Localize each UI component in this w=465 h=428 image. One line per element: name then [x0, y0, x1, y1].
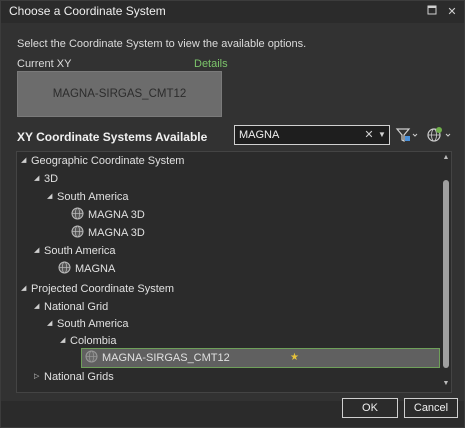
tree-item-label: MAGNA-SIRGAS_CMT12	[102, 352, 230, 364]
tree-item-label: Geographic Coordinate System	[31, 155, 185, 167]
tree-item-label: South America	[44, 245, 116, 257]
globe-icon	[71, 225, 84, 238]
expand-arrow-icon[interactable]: ◢	[47, 188, 57, 206]
expand-arrow-icon[interactable]: ◢	[34, 170, 44, 188]
expand-arrow-icon[interactable]: ◢	[21, 280, 31, 298]
tree-item-magna-3d[interactable]: MAGNA 3D	[71, 206, 145, 224]
scroll-down-icon[interactable]: ▼	[442, 380, 450, 388]
tree-item-3d-south-america[interactable]: ◢ South America	[47, 188, 129, 206]
tree-item-label: National Grid	[44, 301, 109, 313]
search-box[interactable]: ✕ ▼	[234, 125, 390, 145]
maximize-icon[interactable]	[423, 3, 441, 21]
scroll-up-icon[interactable]: ▲	[442, 154, 450, 162]
filter-icon	[395, 128, 418, 142]
instruction-text: Select the Coordinate System to view the…	[17, 38, 307, 50]
tree-item-selected[interactable]: MAGNA-SIRGAS_CMT12 ★	[81, 348, 440, 368]
tree-item-projected-south-america[interactable]: ◢ South America	[47, 315, 129, 333]
add-coordinate-system-button[interactable]	[425, 125, 451, 145]
cancel-button[interactable]: Cancel	[404, 398, 458, 418]
tree-item-national-grid[interactable]: ◢ National Grid	[34, 298, 108, 316]
details-link[interactable]: Details	[194, 58, 228, 70]
expand-arrow-icon[interactable]: ◢	[21, 152, 31, 170]
tree-item-magna-3d[interactable]: MAGNA 3D	[71, 224, 145, 242]
current-xy-box: MAGNA-SIRGAS_CMT12	[17, 71, 222, 117]
clear-icon[interactable]: ✕	[363, 128, 375, 142]
tree-item-geographic[interactable]: ◢ Geographic Coordinate System	[21, 152, 184, 170]
tree-item-south-america[interactable]: ◢ South America	[34, 242, 116, 260]
current-xy-label: Current XY	[17, 58, 72, 70]
expand-arrow-icon[interactable]: ◢	[34, 242, 44, 260]
globe-icon	[71, 207, 84, 220]
tree-item-label: MAGNA 3D	[88, 209, 145, 221]
search-input[interactable]	[239, 128, 357, 142]
dialog-title: Choose a Coordinate System	[9, 4, 166, 18]
favorite-star-icon[interactable]: ★	[290, 349, 299, 367]
tree-item-label: MAGNA 3D	[88, 227, 145, 239]
globe-add-icon	[427, 127, 451, 142]
tree-item-label: Colombia	[70, 335, 117, 347]
filter-button[interactable]	[394, 125, 418, 145]
tree-item-projected[interactable]: ◢ Projected Coordinate System	[21, 280, 174, 298]
globe-icon	[58, 261, 71, 274]
tree-item-label: National Grids	[44, 371, 114, 383]
available-systems-title: XY Coordinate Systems Available	[17, 130, 208, 144]
coordinate-system-dialog: Choose a Coordinate System ✕ Select the …	[0, 0, 465, 428]
tree-item-magna[interactable]: MAGNA	[58, 260, 115, 278]
ok-button[interactable]: OK	[342, 398, 398, 418]
maximize-icon-graphic	[427, 5, 437, 15]
tree-item-label: South America	[57, 191, 129, 203]
coordinate-system-tree[interactable]: ◢ Geographic Coordinate System ◢ 3D ◢ South…	[16, 151, 452, 393]
tree-item-label: MAGNA	[75, 263, 116, 275]
close-icon[interactable]: ✕	[443, 3, 461, 21]
vertical-scrollbar[interactable]: ▲ ▼	[441, 152, 451, 392]
collapse-arrow-icon[interactable]: ▷	[34, 368, 44, 386]
tree-item-label: 3D	[44, 173, 59, 185]
current-xy-value: MAGNA-SIRGAS_CMT12	[52, 88, 187, 100]
expand-arrow-icon[interactable]: ◢	[47, 315, 57, 333]
tree-item-3d[interactable]: ◢ 3D	[34, 170, 58, 188]
title-bar: Choose a Coordinate System ✕	[1, 1, 464, 23]
tree-item-national-grids[interactable]: ▷ National Grids	[34, 368, 114, 386]
globe-icon	[85, 350, 98, 363]
chevron-down-icon[interactable]: ▼	[377, 128, 387, 142]
scroll-thumb[interactable]	[443, 180, 449, 368]
expand-arrow-icon[interactable]: ◢	[60, 332, 70, 350]
expand-arrow-icon[interactable]: ◢	[34, 298, 44, 316]
tree-item-label: Projected Coordinate System	[31, 283, 175, 295]
tree-item-label: South America	[57, 318, 129, 330]
dialog-content: Select the Coordinate System to view the…	[1, 23, 464, 401]
